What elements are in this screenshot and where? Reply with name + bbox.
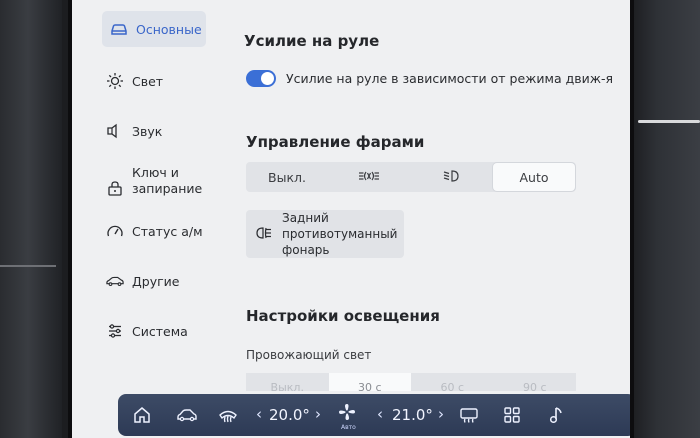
bezel-right (628, 0, 700, 438)
follow-me-option[interactable]: 60 с (411, 373, 494, 391)
sidebar-item-sound[interactable]: Звук (106, 122, 162, 140)
right-temp-increase[interactable]: › (438, 405, 444, 423)
left-temperature: 20.0° (269, 406, 310, 424)
left-temp-decrease[interactable]: ‹ (256, 405, 262, 423)
fan-mode-label: Авто (341, 424, 356, 431)
car-icon[interactable] (175, 405, 199, 425)
follow-me-option[interactable]: 30 с (328, 373, 411, 391)
right-temp-decrease[interactable]: ‹ (377, 405, 383, 423)
sidebar-item-label: Основные (136, 21, 202, 37)
right-temperature: 21.0° (392, 406, 433, 424)
sidebar-item-system[interactable]: Система (106, 322, 188, 340)
parking-lights-icon (358, 170, 380, 185)
follow-me-selector[interactable]: Выкл. 30 с 60 с 90 с (246, 373, 576, 391)
steering-toggle-label: Усилие на руле в зависимости от режима д… (286, 71, 614, 86)
headlight-option-off[interactable]: Выкл. (246, 162, 328, 192)
sliders-icon (106, 322, 124, 340)
bezel-left (0, 0, 62, 438)
home-icon[interactable] (132, 405, 152, 425)
sidebar-item-label: Звук (132, 123, 163, 139)
sidebar-item-label: Ключ и запирание (132, 165, 203, 196)
lock-icon (106, 179, 124, 197)
rear-defrost-icon[interactable] (459, 405, 479, 425)
steering-toggle-switch[interactable] (246, 70, 276, 87)
sidebar-item-label: Статус а/м (132, 223, 203, 239)
sidebar-item-label: Другие (132, 273, 180, 289)
front-defrost-icon[interactable] (218, 405, 238, 425)
music-icon[interactable] (545, 405, 565, 425)
follow-me-option[interactable]: Выкл. (246, 373, 329, 391)
left-temp-increase[interactable]: › (315, 405, 321, 423)
headlight-mode-selector[interactable]: Выкл. Auto (246, 162, 576, 192)
section-title-steering: Усилие на руле (244, 32, 380, 50)
fan-icon[interactable] (337, 402, 357, 422)
rear-fog-label: Задний противотуманный фонарь (282, 211, 398, 257)
settings-main: Усилие на руле Усилие на руле в зависимо… (232, 0, 630, 391)
sidebar-item-key-locking[interactable]: Ключ и запирание (106, 165, 202, 197)
section-title-headlights: Управление фарами (246, 133, 425, 151)
climate-bar: ‹ 20.0° › Авто ‹ 21.0° › (118, 394, 630, 436)
car-icon (110, 20, 128, 38)
rear-fog-icon (256, 225, 272, 244)
sidebar-item-label: Свет (132, 73, 164, 89)
settings-sidebar: Основные Свет Звук Ключ и запирание Стат… (72, 0, 222, 390)
low-beam-icon (443, 169, 459, 186)
infotainment-screen: Основные Свет Звук Ключ и запирание Стат… (68, 0, 634, 438)
section-title-lighting: Настройки освещения (246, 307, 440, 325)
headlight-option-auto[interactable]: Auto (493, 163, 575, 191)
car-side-icon (106, 272, 124, 290)
sun-icon (106, 72, 124, 90)
apps-grid-icon[interactable] (502, 405, 522, 425)
rear-fog-light-button[interactable]: Задний противотуманный фонарь (246, 210, 404, 258)
follow-me-label: Провожающий свет (246, 348, 372, 362)
headlight-option-low-beam[interactable] (410, 162, 492, 192)
sidebar-item-light[interactable]: Свет (106, 72, 163, 90)
sidebar-item-other[interactable]: Другие (106, 272, 179, 290)
gauge-icon (106, 222, 124, 240)
sidebar-item-vehicle-status[interactable]: Статус а/м (106, 222, 203, 240)
speaker-icon (106, 122, 124, 140)
steering-toggle-row[interactable]: Усилие на руле в зависимости от режима д… (246, 70, 613, 87)
follow-me-option[interactable]: 90 с (494, 373, 577, 391)
sidebar-item-general[interactable]: Основные (102, 11, 206, 47)
sidebar-item-label: Система (132, 323, 188, 339)
headlight-option-parking[interactable] (328, 162, 410, 192)
